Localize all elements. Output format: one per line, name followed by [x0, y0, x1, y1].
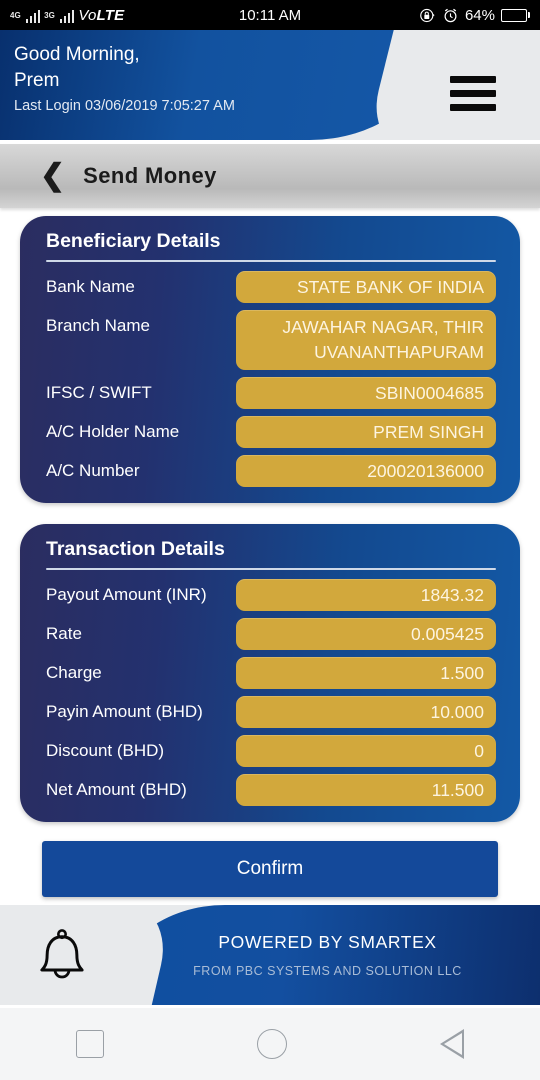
status-bar-left: 4G 3G VoLTE — [10, 7, 124, 24]
battery-icon — [501, 8, 530, 22]
status-bar: 4G 3G VoLTE 10:11 AM 64% — [0, 0, 540, 30]
status-bar-right: 64% — [419, 7, 530, 24]
row-value[interactable]: STATE BANK OF INDIA — [236, 270, 496, 303]
card-divider — [46, 568, 496, 570]
table-row: A/C Holder Name PREM SINGH — [44, 415, 496, 448]
row-label: A/C Holder Name — [46, 421, 180, 441]
signal-bars-icon-2 — [59, 8, 75, 23]
table-row: Payin Amount (BHD) 10.000 — [44, 695, 496, 728]
alarm-clock-icon — [444, 8, 457, 22]
confirm-button[interactable]: Confirm — [42, 841, 498, 897]
last-login-text: Last Login 03/06/2019 7:05:27 AM — [14, 98, 235, 114]
back-chevron-icon[interactable]: ❮ — [40, 161, 65, 191]
greeting-text: Good Morning, — [14, 44, 140, 65]
volte-label: VoLTE — [78, 6, 125, 24]
table-row: A/C Number 200020136000 — [44, 454, 496, 487]
powered-by-label: POWERED BY SMARTEX — [218, 932, 437, 952]
card-title: Transaction Details — [46, 538, 225, 560]
row-label: IFSC / SWIFT — [46, 382, 152, 402]
network-3g-label: 3G — [44, 10, 55, 20]
row-value[interactable]: 200020136000 — [236, 454, 496, 487]
row-value[interactable]: 11.500 — [236, 773, 496, 806]
row-value[interactable]: 1843.32 — [236, 578, 496, 611]
row-value[interactable]: JAWAHAR NAGAR, THIR UVANANTHAPURAM — [236, 309, 496, 370]
row-value[interactable]: 0 — [236, 734, 496, 767]
table-row: Rate 0.005425 — [44, 617, 496, 650]
square-recents-icon[interactable] — [76, 1030, 105, 1058]
table-row: Payout Amount (INR) 1843.32 — [44, 578, 496, 611]
app-header: Good Morning, Prem Last Login 03/06/2019… — [0, 30, 540, 140]
page-title: Send Money — [83, 163, 217, 188]
card-divider — [46, 260, 496, 262]
greeting-block: Good Morning, Prem Last Login 03/06/2019… — [14, 42, 235, 118]
row-label: Discount (BHD) — [46, 740, 165, 760]
row-value[interactable]: 1.500 — [236, 656, 496, 689]
row-label: Rate — [46, 623, 82, 643]
table-row: Charge 1.500 — [44, 656, 496, 689]
row-label: Charge — [46, 662, 102, 682]
phone-screen: 4G 3G VoLTE 10:11 AM 64% Good Morning, P… — [0, 0, 540, 1080]
row-value[interactable]: PREM SINGH — [236, 415, 496, 448]
row-label: Branch Name — [46, 315, 150, 335]
table-row: Bank Name STATE BANK OF INDIA — [44, 270, 496, 303]
card-title: Beneficiary Details — [46, 230, 221, 252]
android-navigation-bar — [0, 1008, 540, 1080]
table-row: Net Amount (BHD) 11.500 — [44, 773, 496, 806]
rotation-lock-icon — [420, 8, 435, 22]
footer-text-block: POWERED BY SMARTEX FROM PBC SYSTEMS AND … — [115, 905, 540, 1005]
row-label: A/C Number — [46, 460, 140, 480]
transaction-details-card: Transaction Details Payout Amount (INR) … — [20, 524, 520, 822]
signal-bars-icon-1 — [25, 8, 41, 23]
company-label: FROM PBC SYSTEMS AND SOLUTION LLC — [193, 964, 462, 978]
table-row: IFSC / SWIFT SBIN0004685 — [44, 376, 496, 409]
table-row: Discount (BHD) 0 — [44, 734, 496, 767]
row-label: Payin Amount (BHD) — [46, 701, 203, 721]
table-row: Branch Name JAWAHAR NAGAR, THIR UVANANTH… — [44, 309, 496, 370]
row-label: Net Amount (BHD) — [46, 779, 187, 799]
circle-home-icon[interactable] — [256, 1029, 287, 1059]
row-value[interactable]: 10.000 — [236, 695, 496, 728]
row-value[interactable]: 0.005425 — [236, 617, 496, 650]
page-subheader: ❮ Send Money — [0, 144, 540, 208]
app-footer: POWERED BY SMARTEX FROM PBC SYSTEMS AND … — [0, 905, 540, 1005]
triangle-back-icon[interactable] — [439, 1029, 464, 1059]
user-name: Prem — [14, 70, 60, 91]
row-label: Bank Name — [46, 276, 135, 296]
battery-percent-label: 64% — [464, 6, 495, 24]
row-label: Payout Amount (INR) — [46, 584, 207, 604]
network-4g-label: 4G — [10, 10, 21, 20]
beneficiary-details-card: Beneficiary Details Bank Name STATE BANK… — [20, 216, 520, 503]
hamburger-menu-icon[interactable] — [450, 76, 496, 111]
row-value[interactable]: SBIN0004685 — [236, 376, 496, 409]
bell-notification-icon[interactable] — [34, 927, 90, 985]
